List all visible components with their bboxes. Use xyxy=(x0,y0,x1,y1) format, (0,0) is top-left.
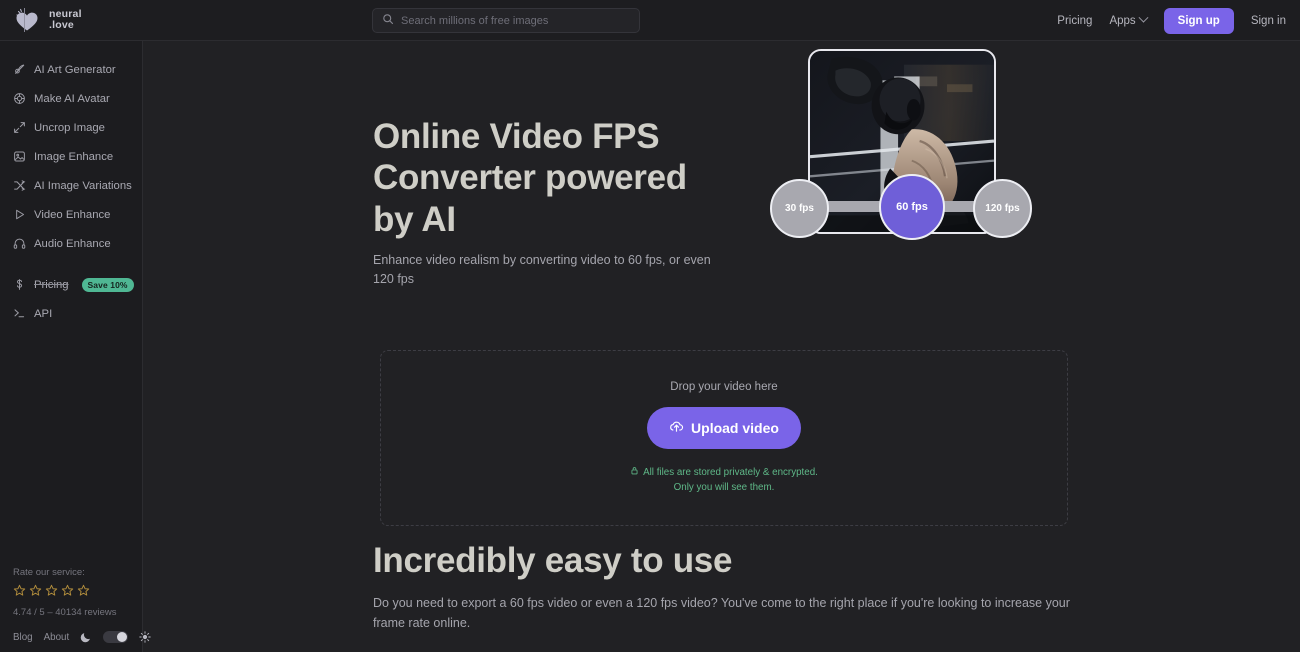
sidebar-pricing-label: Pricing xyxy=(34,278,69,291)
star-icon[interactable] xyxy=(13,584,26,602)
sidebar-item-audio-enhance[interactable]: Audio Enhance xyxy=(0,229,142,258)
rating-stars[interactable] xyxy=(13,584,142,602)
upload-dropzone[interactable]: Drop your video here Upload video All fi… xyxy=(380,350,1068,526)
sidebar-item-image-enhance[interactable]: Image Enhance xyxy=(0,142,142,171)
star-icon[interactable] xyxy=(77,584,90,602)
sidebar-label: Image Enhance xyxy=(34,150,114,163)
sidebar: AI Art Generator Make AI Avatar Uncrop I… xyxy=(0,41,151,652)
section-paragraph-1: Do you need to export a 60 fps video or … xyxy=(373,596,1070,630)
search-input[interactable] xyxy=(401,14,630,27)
brush-icon xyxy=(13,63,26,76)
hero-section: Online Video FPS Converter powered by AI… xyxy=(143,41,1300,341)
rating-label: Rate our service: xyxy=(13,567,85,578)
drop-hint: Drop your video here xyxy=(670,381,778,394)
brand-line-2: .love xyxy=(49,19,74,31)
brand-logo[interactable]: neural .love xyxy=(0,0,143,41)
sidebar-label: AI Art Generator xyxy=(34,63,116,76)
heart-logo-icon xyxy=(12,5,42,35)
hero-media: 30 fps 60 fps 120 fps xyxy=(770,49,1040,249)
body-row: AI Art Generator Make AI Avatar Uncrop I… xyxy=(0,41,1300,652)
search-icon xyxy=(382,12,394,30)
fps-option-60[interactable]: 60 fps xyxy=(879,174,945,240)
image-icon xyxy=(13,150,26,163)
sidebar-divider-gap xyxy=(0,258,142,270)
page-subtitle: Enhance video realism by converting vide… xyxy=(373,252,711,286)
top-header: neural .love Pricing Apps Sign up Sign i… xyxy=(0,0,1300,41)
fps-option-30[interactable]: 30 fps xyxy=(770,179,829,238)
lock-icon xyxy=(630,466,639,480)
price-tag-icon xyxy=(13,278,26,291)
privacy-line-1: All files are stored privately & encrypt… xyxy=(643,467,818,479)
expand-arrows-icon xyxy=(13,121,26,134)
easy-to-use-section: Incredibly easy to use Do you need to ex… xyxy=(373,541,1085,652)
header-nav: Pricing Apps Sign up Sign in xyxy=(1057,0,1286,41)
star-icon[interactable] xyxy=(61,584,74,602)
privacy-line-2: Only you will see them. xyxy=(673,481,775,493)
shuffle-icon xyxy=(13,179,26,192)
sidebar-label: Video Enhance xyxy=(34,208,111,221)
nav-apps[interactable]: Apps xyxy=(1109,12,1149,27)
upload-video-button[interactable]: Upload video xyxy=(647,407,801,450)
hero-text-block: Online Video FPS Converter powered by AI… xyxy=(373,116,733,288)
sidebar-item-uncrop-image[interactable]: Uncrop Image xyxy=(0,113,142,142)
sidebar-label: AI Image Variations xyxy=(34,179,132,192)
nav-pricing[interactable]: Pricing xyxy=(1057,15,1092,27)
sidebar-label: Uncrop Image xyxy=(34,121,105,134)
sidebar-item-video-enhance[interactable]: Video Enhance xyxy=(0,200,142,229)
upload-button-label: Upload video xyxy=(691,420,779,437)
sidebar-item-pricing[interactable]: Pricing Save 10% xyxy=(0,270,142,299)
brand-wordmark: neural .love xyxy=(49,8,82,32)
nav-apps-label: Apps xyxy=(1109,14,1136,27)
page-title: Online Video FPS Converter powered by AI xyxy=(373,117,687,239)
section-title: Incredibly easy to use xyxy=(373,541,733,580)
sidebar-item-ai-image-variations[interactable]: AI Image Variations xyxy=(0,171,142,200)
fps-option-120[interactable]: 120 fps xyxy=(973,179,1032,238)
avatar-icon xyxy=(13,92,26,105)
page-root: neural .love Pricing Apps Sign up Sign i… xyxy=(0,0,1300,652)
chevron-down-icon xyxy=(1138,12,1149,23)
rating-summary: 4.74 / 5 – 40134 reviews xyxy=(13,607,117,618)
headphones-icon xyxy=(13,237,26,250)
star-icon[interactable] xyxy=(45,584,58,602)
toggle-knob xyxy=(117,632,128,642)
sidebar-label: API xyxy=(34,307,53,320)
star-icon[interactable] xyxy=(29,584,42,602)
sign-up-button[interactable]: Sign up xyxy=(1163,7,1234,34)
sidebar-item-ai-art-generator[interactable]: AI Art Generator xyxy=(0,55,142,84)
sidebar-label: Audio Enhance xyxy=(34,237,111,250)
sidebar-item-api[interactable]: API xyxy=(0,299,142,328)
blog-link[interactable]: Blog xyxy=(13,632,33,643)
privacy-note: All files are stored privately & encrypt… xyxy=(630,466,818,494)
moon-icon xyxy=(80,631,92,643)
theme-toggle[interactable] xyxy=(103,631,129,643)
search-bar[interactable] xyxy=(372,8,640,33)
sidebar-footer: Rate our service: 4.74 / 5 – 40134 revie… xyxy=(0,567,151,652)
save-badge: Save 10% xyxy=(81,277,134,292)
main-content: Online Video FPS Converter powered by AI… xyxy=(143,41,1300,652)
sidebar-label: Make AI Avatar xyxy=(34,92,110,105)
terminal-icon xyxy=(13,307,26,320)
cloud-upload-icon xyxy=(669,419,684,437)
sidebar-bottom-row: Blog About xyxy=(13,631,151,643)
sidebar-item-make-ai-avatar[interactable]: Make AI Avatar xyxy=(0,84,142,113)
play-icon xyxy=(13,208,26,221)
about-link[interactable]: About xyxy=(44,632,70,643)
sign-in-link[interactable]: Sign in xyxy=(1251,15,1286,27)
